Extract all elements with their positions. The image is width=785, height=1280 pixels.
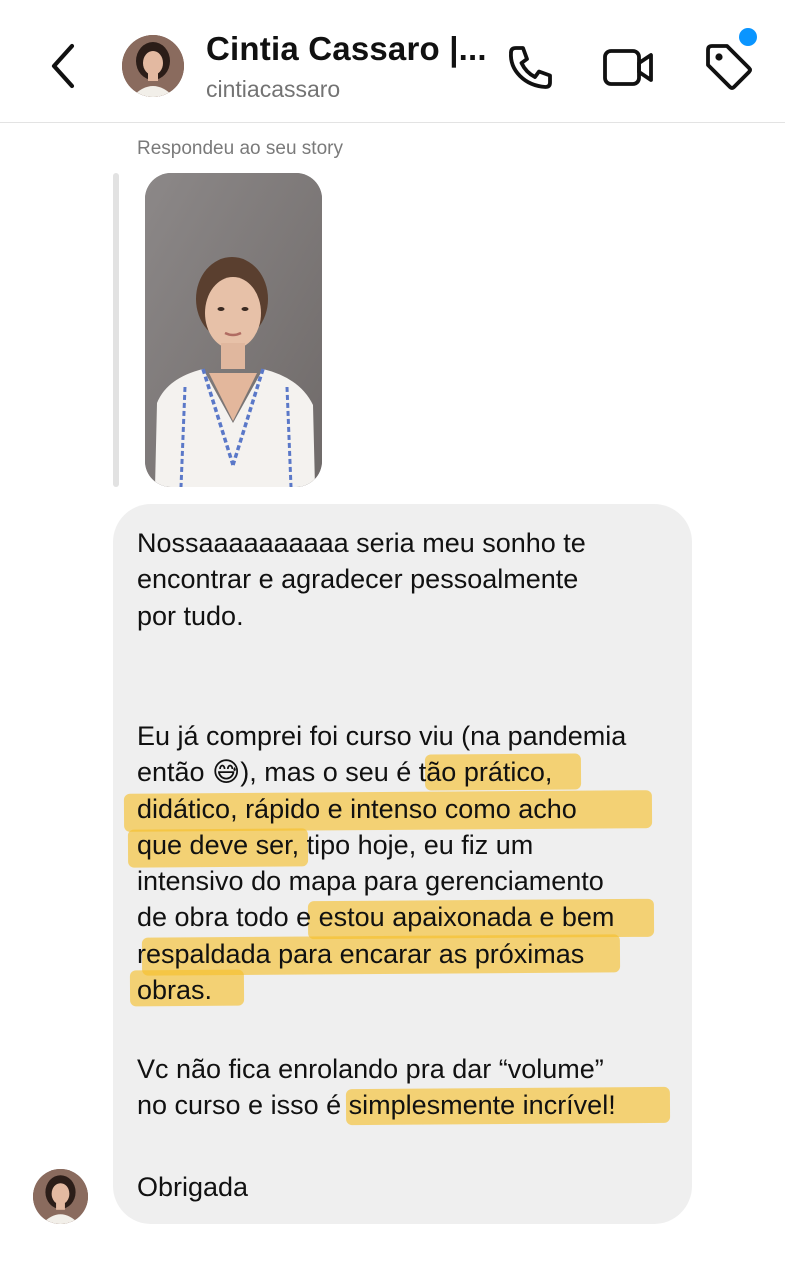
message-line: de obra todo e estou apaixonada e bem [137,902,615,933]
contact-avatar[interactable] [122,35,184,97]
message-line: obras. [137,975,213,1006]
chevron-left-icon [51,43,75,89]
chat-header: Cintia Cassaro |... cintiacassaro [0,0,785,123]
notification-dot [739,28,757,46]
message-line: que deve ser, tipo hoje, eu fiz um [137,829,534,860]
message-line: Nossaaaaaaaaaa seria meu sonho te [137,528,586,558]
message-line: respaldada para encarar as próximas [137,938,585,969]
tag-icon [706,44,752,90]
sender-avatar[interactable] [33,1169,88,1224]
back-button[interactable] [38,38,90,94]
phone-icon [509,46,552,89]
story-thumbnail[interactable] [145,173,322,487]
message-line: didático, rápido e intenso como acho [137,793,577,824]
message-line: encontrar e agradecer pessoalmente [137,564,579,595]
contact-username: cintiacassaro [206,76,341,102]
message-paragraph: Eu já comprei foi curso viu (na pandemia… [137,718,682,1008]
message-line: intensivo do mapa para gerenciamento [137,866,604,897]
video-call-button[interactable] [600,40,656,96]
contact-name[interactable]: Cintia Cassaro |... [206,30,487,68]
label-button[interactable] [700,38,756,94]
sender-photo [33,1169,88,1224]
story-photo [145,173,322,487]
message-line: no curso e isso é simplesmente incrível! [137,1090,616,1121]
voice-call-button[interactable] [502,40,558,96]
reply-indicator-bar [113,173,119,487]
message-paragraph: Obrigada [137,1169,682,1205]
message-paragraph: Vc não fica enrolando pra dar “volume” n… [137,1051,682,1124]
message-line: Eu já comprei foi curso viu (na pandemia [137,721,627,751]
message-line: então 😅), mas o seu é tão prático, [137,757,553,788]
message-line: Obrigada [137,1172,249,1202]
story-reply-label: Respondeu ao seu story [137,138,343,159]
video-camera-icon [603,49,653,86]
message-paragraph: Nossaaaaaaaaaa seria meu sonho te encont… [137,525,682,634]
message-line: Vc não fica enrolando pra dar “volume” [137,1054,604,1084]
message-line: por tudo. [137,600,244,631]
contact-photo [122,35,184,97]
